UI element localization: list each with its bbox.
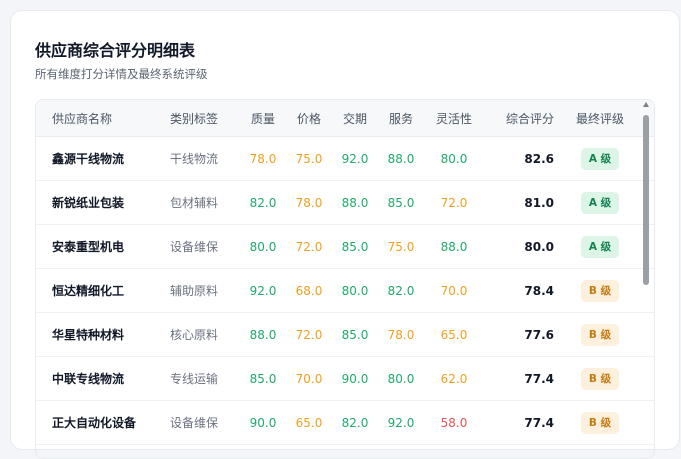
supplier-name: 华星特种材料 [52, 328, 125, 342]
column-header-name[interactable]: 供应商名称 [36, 110, 154, 127]
category-tag: 包材辅料 [170, 196, 219, 210]
score-flexibility: 62.0 [440, 371, 468, 386]
column-header-grade[interactable]: 最终评级 [556, 110, 644, 127]
table-header: 供应商名称 类别标签 质量 价格 交期 服务 灵活性 综合评分 最终评级 [36, 100, 654, 137]
score-price: 75.0 [295, 151, 323, 166]
score-service: 80.0 [387, 371, 415, 386]
score-service: 75.0 [387, 239, 415, 254]
column-header-total[interactable]: 综合评分 [484, 110, 556, 127]
score-flexibility: 80.0 [440, 151, 468, 166]
score-delivery: 92.0 [341, 151, 369, 166]
grade-badge: B 级 [580, 323, 620, 346]
column-header-quality[interactable]: 质量 [240, 110, 286, 127]
score-flexibility: 70.0 [440, 283, 468, 298]
category-tag: 干线物流 [170, 152, 219, 166]
table-row[interactable]: 中联专线物流 专线运输 85.0 70.0 90.0 80.0 62.0 77.4 B 级 [36, 357, 654, 401]
column-header-delivery[interactable]: 交期 [332, 110, 378, 127]
score-price: 70.0 [295, 371, 323, 386]
category-tag: 设备维保 [170, 416, 219, 430]
category-tag: 辅助原料 [170, 284, 219, 298]
grade-badge: B 级 [580, 411, 620, 434]
score-total: 80.0 [524, 239, 554, 254]
page-subtitle: 所有维度打分详情及最终系统评级 [35, 67, 208, 81]
grade-badge: B 级 [580, 279, 620, 302]
supplier-name: 中联专线物流 [52, 372, 125, 386]
grade-cell: B 级 [556, 279, 644, 302]
score-price: 78.0 [295, 195, 323, 210]
supplier-name: 安泰重型机电 [52, 240, 125, 254]
table-row[interactable]: 正大自动化设备 设备维保 90.0 65.0 82.0 92.0 58.0 77.4 B 级 [36, 401, 654, 445]
score-quality: 88.0 [249, 327, 277, 342]
table-row[interactable]: 恒达精细化工 辅助原料 92.0 68.0 80.0 82.0 70.0 78.4 B 级 [36, 269, 654, 313]
page-title: 供应商综合评分明细表 [35, 41, 196, 60]
score-delivery: 80.0 [341, 283, 369, 298]
grade-cell: A 级 [556, 147, 644, 170]
table-row[interactable]: 华星特种材料 核心原料 88.0 72.0 85.0 78.0 65.0 77.6 B 级 [36, 313, 654, 357]
score-total: 81.0 [524, 195, 554, 210]
score-total: 77.6 [524, 327, 554, 342]
scorecard-panel: 供应商综合评分明细表 所有维度打分详情及最终系统评级 供应商名称 类别标签 质量… [10, 10, 680, 459]
score-service: 92.0 [387, 415, 415, 430]
score-price: 68.0 [295, 283, 323, 298]
score-delivery: 85.0 [341, 327, 369, 342]
score-flexibility: 65.0 [440, 327, 468, 342]
score-quality: 90.0 [249, 415, 277, 430]
supplier-name: 恒达精细化工 [52, 284, 125, 298]
score-flexibility: 58.0 [440, 415, 468, 430]
score-quality: 78.0 [249, 151, 277, 166]
table-row[interactable]: 安泰重型机电 设备维保 80.0 72.0 85.0 75.0 88.0 80.0 A 级 [36, 225, 654, 269]
score-delivery: 90.0 [341, 371, 369, 386]
score-price: 72.0 [295, 239, 323, 254]
grade-cell: A 级 [556, 191, 644, 214]
table-row[interactable]: 新锐纸业包装 包材辅料 82.0 78.0 88.0 85.0 72.0 81.0 A 级 [36, 181, 654, 225]
grade-badge: A 级 [580, 147, 620, 170]
grade-badge: A 级 [580, 191, 620, 214]
score-flexibility: 72.0 [440, 195, 468, 210]
score-delivery: 85.0 [341, 239, 369, 254]
supplier-name: 正大自动化设备 [52, 416, 137, 430]
score-total: 78.4 [524, 283, 554, 298]
category-tag: 专线运输 [170, 372, 219, 386]
score-service: 78.0 [387, 327, 415, 342]
supplier-score-table: 供应商名称 类别标签 质量 价格 交期 服务 灵活性 综合评分 最终评级 鑫源干… [35, 99, 655, 459]
score-service: 88.0 [387, 151, 415, 166]
score-delivery: 88.0 [341, 195, 369, 210]
vertical-scrollbar[interactable] [642, 100, 650, 450]
grade-badge: B 级 [580, 367, 620, 390]
column-header-service[interactable]: 服务 [378, 110, 424, 127]
score-flexibility: 88.0 [440, 239, 468, 254]
score-total: 77.4 [524, 415, 554, 430]
table-row[interactable]: 鑫源干线物流 干线物流 78.0 75.0 92.0 88.0 80.0 82.6 A 级 [36, 137, 654, 181]
score-price: 65.0 [295, 415, 323, 430]
grade-cell: B 级 [556, 367, 644, 390]
grade-cell: B 级 [556, 323, 644, 346]
column-header-price[interactable]: 价格 [286, 110, 332, 127]
score-price: 72.0 [295, 327, 323, 342]
column-header-category[interactable]: 类别标签 [154, 110, 240, 127]
score-total: 82.6 [524, 151, 554, 166]
score-total: 77.4 [524, 371, 554, 386]
score-delivery: 82.0 [341, 415, 369, 430]
grade-badge: A 级 [580, 235, 620, 258]
grade-cell: A 级 [556, 235, 644, 258]
category-tag: 核心原料 [170, 328, 219, 342]
score-service: 82.0 [387, 283, 415, 298]
supplier-name: 新锐纸业包装 [52, 196, 125, 210]
score-service: 85.0 [387, 195, 415, 210]
supplier-name: 鑫源干线物流 [52, 152, 125, 166]
score-quality: 82.0 [249, 195, 277, 210]
score-quality: 92.0 [249, 283, 277, 298]
grade-cell: B 级 [556, 411, 644, 434]
score-quality: 85.0 [249, 371, 277, 386]
scroll-up-arrow-icon[interactable] [643, 102, 649, 107]
score-quality: 80.0 [249, 239, 277, 254]
table-body: 鑫源干线物流 干线物流 78.0 75.0 92.0 88.0 80.0 82.6 A 级新锐纸… [36, 137, 654, 445]
column-header-flexibility[interactable]: 灵活性 [424, 110, 484, 127]
scrollbar-thumb[interactable] [643, 115, 649, 285]
category-tag: 设备维保 [170, 240, 219, 254]
